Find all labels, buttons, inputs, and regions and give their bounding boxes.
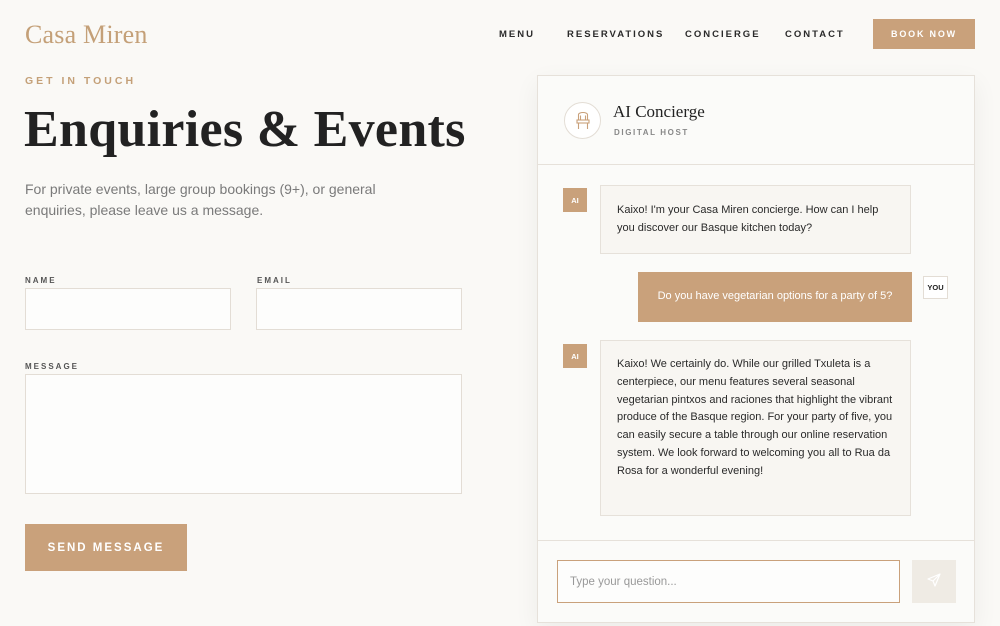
chat-panel: AI Concierge DIGITAL HOST AI Kaixo! I'm … (537, 75, 975, 623)
message-label: MESSAGE (25, 362, 80, 371)
page-title: Enquiries & Events (24, 101, 466, 158)
nav-concierge[interactable]: CONCIERGE (685, 29, 761, 40)
send-icon (927, 573, 941, 590)
chat-input-bar (538, 540, 974, 622)
message-field[interactable] (25, 374, 462, 494)
name-field[interactable] (25, 288, 231, 330)
send-message-button[interactable]: SEND MESSAGE (25, 524, 187, 571)
chat-message-ai: Kaixo! I'm your Casa Miren concierge. Ho… (600, 185, 911, 254)
name-label: NAME (25, 276, 57, 285)
chat-message-ai: Kaixo! We certainly do. While our grille… (600, 340, 911, 516)
ai-badge: AI (563, 188, 587, 212)
intro-text: For private events, large group bookings… (25, 181, 376, 218)
chat-message-user: Do you have vegetarian options for a par… (638, 272, 912, 322)
chat-subtitle: DIGITAL HOST (614, 128, 689, 137)
ai-badge: AI (563, 344, 587, 368)
nav-menu[interactable]: MENU (499, 29, 535, 40)
nav-contact[interactable]: CONTACT (785, 29, 845, 40)
chat-title: AI Concierge (613, 102, 705, 121)
logo[interactable]: Casa Miren (25, 20, 148, 50)
section-eyebrow: GET IN TOUCH (25, 75, 137, 87)
nav-reservations[interactable]: RESERVATIONS (567, 29, 664, 40)
user-badge: YOU (923, 276, 948, 299)
chair-icon (564, 102, 601, 139)
send-button[interactable] (912, 560, 956, 603)
chat-header: AI Concierge DIGITAL HOST (538, 76, 974, 165)
book-now-button[interactable]: BOOK NOW (873, 19, 975, 49)
email-field[interactable] (256, 288, 462, 330)
chat-input[interactable] (557, 560, 900, 603)
email-label: EMAIL (257, 276, 292, 285)
